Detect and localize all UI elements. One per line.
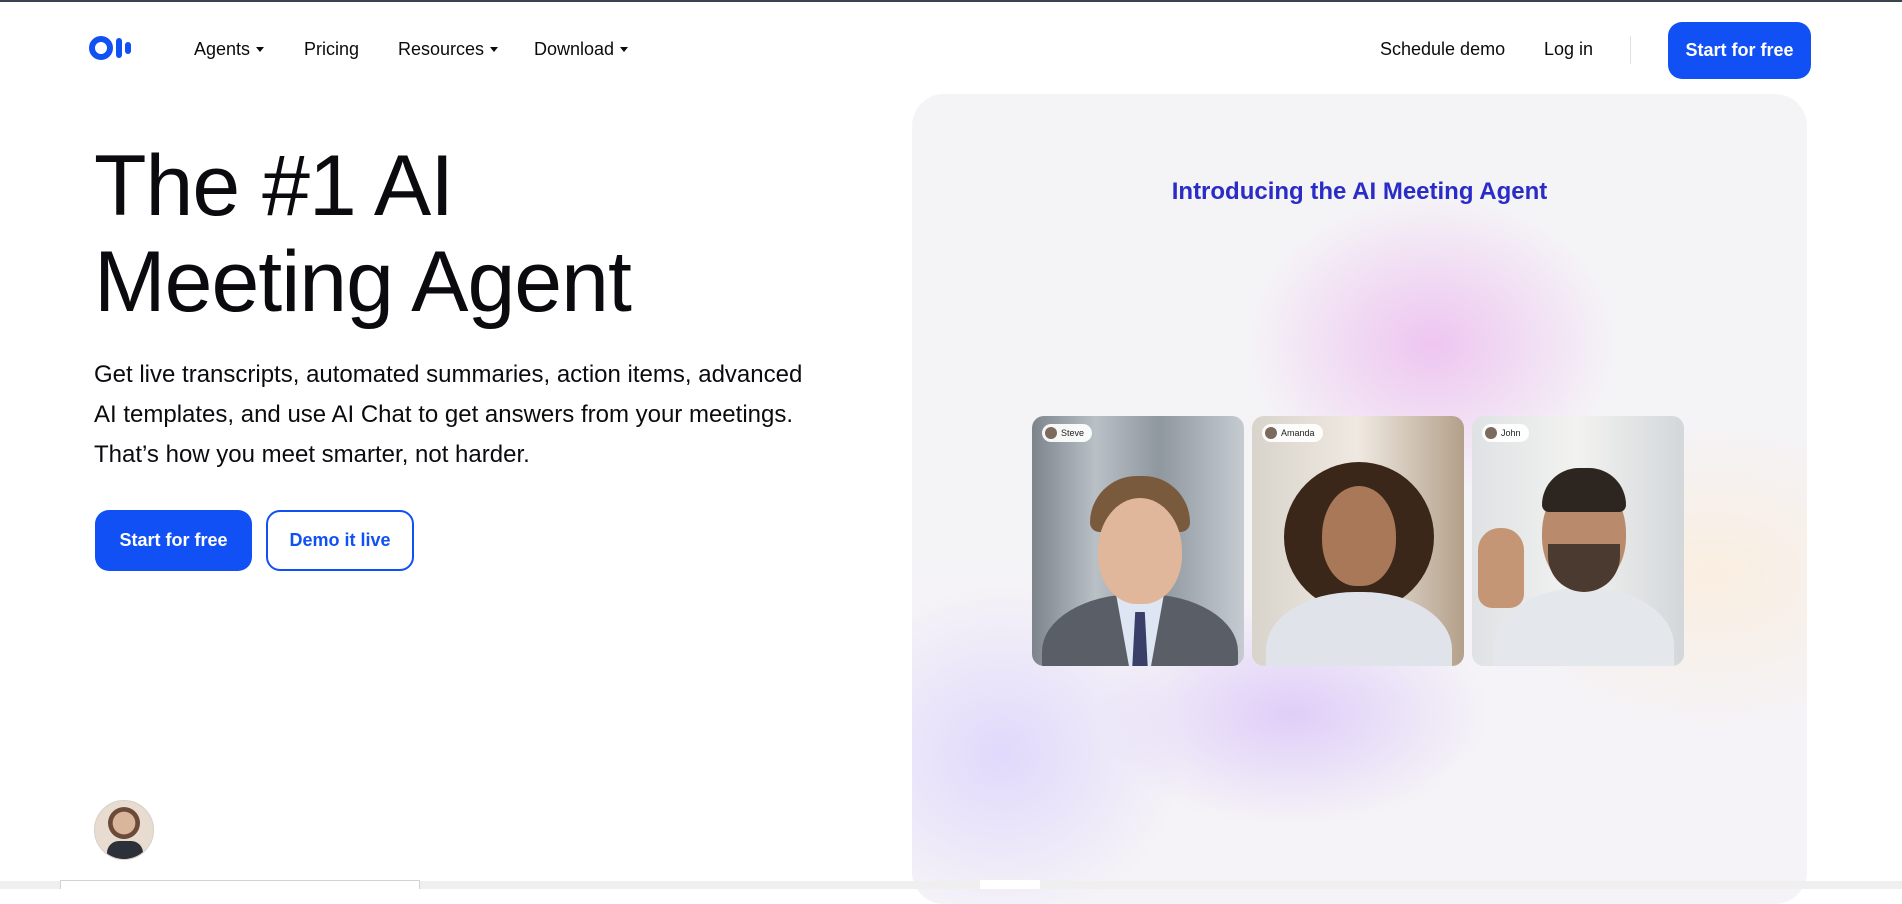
otter-logo[interactable]	[89, 36, 155, 60]
nav-start-free-button[interactable]: Start for free	[1668, 22, 1811, 79]
nav-resources[interactable]: Resources	[398, 38, 499, 60]
avatar-suit	[107, 841, 143, 859]
start-free-button[interactable]: Start for free	[95, 510, 252, 571]
participant-avatar-icon	[1045, 427, 1057, 439]
participant-name: Amanda	[1281, 428, 1315, 438]
login-link[interactable]: Log in	[1544, 38, 1593, 60]
hero-title-line: Meeting Agent	[94, 234, 632, 330]
participant-name-tag: Amanda	[1262, 424, 1323, 442]
logo-bar-icon	[125, 42, 131, 54]
bottom-scroll-marker	[980, 880, 1040, 889]
nav-divider	[1630, 36, 1631, 64]
hero-subtitle-line: That’s how you meet smarter, not harder.	[94, 441, 530, 468]
participant-avatar-icon	[1265, 427, 1277, 439]
waving-hand	[1478, 528, 1524, 608]
participant-name-tag: Steve	[1042, 424, 1093, 442]
participant-avatar-icon	[1485, 427, 1497, 439]
video-heading: Introducing the AI Meeting Agent	[1171, 178, 1548, 205]
participant-name: Steve	[1061, 428, 1085, 438]
logo-bar-icon	[116, 38, 122, 58]
bottom-widget[interactable]	[60, 880, 420, 889]
logo-ring-icon	[89, 36, 113, 60]
nav-resources-label: Resources	[398, 39, 485, 59]
nav-agents[interactable]: Agents	[194, 38, 265, 60]
hero-title-line: The #1 AI	[94, 138, 454, 234]
participant-body	[1266, 592, 1452, 666]
testimonial-avatar[interactable]	[94, 800, 154, 860]
hero-subtitle: Get live transcripts, automated summarie…	[94, 355, 874, 475]
participant-face	[1098, 498, 1182, 604]
participant-name-tag: John	[1482, 424, 1529, 442]
participant-beard	[1548, 544, 1620, 592]
hero-subtitle-line: Get live transcripts, automated summarie…	[94, 361, 803, 388]
nav-pricing-label: Pricing	[304, 39, 360, 59]
participant-tile: John	[1472, 416, 1684, 666]
top-nav: Agents Pricing Resources Download Schedu…	[0, 2, 1902, 94]
demo-live-button[interactable]: Demo it live	[266, 510, 414, 571]
nav-download[interactable]: Download	[534, 38, 629, 60]
participant-tile: Steve	[1032, 416, 1244, 666]
caret-down-icon	[620, 47, 629, 52]
participant-hair	[1542, 468, 1626, 512]
nav-agents-label: Agents	[194, 39, 251, 59]
participant-face	[1322, 486, 1396, 586]
hero-subtitle-line: AI templates, and use AI Chat to get ans…	[94, 401, 794, 428]
participant-name: John	[1501, 428, 1521, 438]
nav-pricing[interactable]: Pricing	[304, 38, 359, 60]
caret-down-icon	[256, 47, 265, 52]
caret-down-icon	[490, 47, 499, 52]
schedule-demo-link[interactable]: Schedule demo	[1380, 38, 1505, 60]
hero-title: The #1 AI Meeting Agent	[94, 138, 814, 330]
participant-tile: Amanda	[1252, 416, 1464, 666]
nav-download-label: Download	[534, 39, 615, 59]
meeting-agent-video[interactable]: Introducing the AI Meeting Agent Steve A…	[912, 94, 1807, 904]
